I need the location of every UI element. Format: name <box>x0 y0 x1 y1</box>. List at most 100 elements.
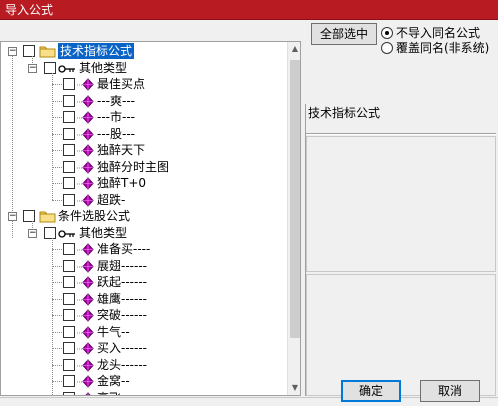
formula-gem-icon <box>77 111 95 124</box>
tree-item-indicator-label: 独醉天下 <box>97 143 146 157</box>
tree-root-technical-expander-icon[interactable]: − <box>8 47 17 56</box>
tree-item-screening[interactable]: 牛气-- <box>1 324 287 340</box>
tree-item-indicator[interactable]: ---爽--- <box>1 93 287 109</box>
tree-item-indicator[interactable]: 最佳买点 <box>1 76 287 92</box>
formula-gem-icon <box>77 144 95 157</box>
tree-group-other-2-expander-icon[interactable]: − <box>28 229 37 238</box>
tree-item-indicator-checkbox[interactable] <box>63 128 75 140</box>
tree-connector-line <box>52 134 62 135</box>
tree-item-screening-checkbox[interactable] <box>63 359 75 371</box>
formula-gem-icon <box>77 95 95 108</box>
tree-group-other-1-checkbox[interactable] <box>44 62 56 74</box>
tree-connector-line <box>52 84 62 85</box>
tree-item-indicator[interactable]: ---市--- <box>1 109 287 125</box>
formula-gem-icon <box>77 309 95 322</box>
tree-root-screening[interactable]: − 条件选股公式 <box>1 208 287 224</box>
tree-root-screening-expander-icon[interactable]: − <box>8 212 17 221</box>
tree-item-indicator-checkbox[interactable] <box>63 161 75 173</box>
tree-connector-line <box>52 183 62 184</box>
tree-connector-line <box>52 101 62 102</box>
tree-item-indicator[interactable]: 独醉T+0 <box>1 175 287 191</box>
tree-item-screening-checkbox[interactable] <box>63 260 75 272</box>
radio-overwrite-same[interactable]: 覆盖同名(非系统) <box>381 41 496 55</box>
tree-item-indicator-checkbox[interactable] <box>63 95 75 107</box>
tree-connector-line <box>52 238 53 395</box>
cancel-button[interactable]: 取消 <box>420 380 480 402</box>
formula-gem-icon <box>77 194 95 207</box>
tree-item-indicator-label: 最佳买点 <box>97 77 146 91</box>
tree-item-screening-label: 牛气-- <box>97 325 130 339</box>
tree-group-other-2-checkbox[interactable] <box>44 227 56 239</box>
tree-root-screening-checkbox[interactable] <box>23 210 35 222</box>
window-title: 导入公式 <box>5 3 54 17</box>
scroll-down-arrow-icon[interactable]: ▼ <box>288 381 300 395</box>
tree-item-screening[interactable]: 雄鹰------ <box>1 291 287 307</box>
key-icon <box>58 228 76 238</box>
folder-icon <box>39 44 57 58</box>
tree-item-indicator[interactable]: 超跌- <box>1 192 287 208</box>
tree-item-screening[interactable]: 龙头------ <box>1 357 287 373</box>
formula-tree[interactable]: − 技术指标公式 − 其他类型 最佳买点 ---爽--- ---市--- ---股--- 独醉天… <box>1 42 287 395</box>
select-all-button[interactable]: 全部选中 <box>311 23 377 45</box>
tree-group-other-1-expander-icon[interactable]: − <box>28 64 37 73</box>
tree-connector-line <box>52 117 62 118</box>
scroll-thumb[interactable] <box>290 60 300 338</box>
radio-overwrite-same-dot[interactable] <box>381 42 393 54</box>
scroll-up-arrow-icon[interactable]: ▲ <box>288 42 300 56</box>
formula-gem-icon <box>77 243 95 256</box>
tree-item-screening-checkbox[interactable] <box>63 392 75 395</box>
formula-gem-icon <box>77 260 95 273</box>
tree-item-screening-checkbox[interactable] <box>63 293 75 305</box>
tree-vertical-scrollbar[interactable]: ▲ ▼ <box>287 42 300 395</box>
tree-item-screening-checkbox[interactable] <box>63 375 75 387</box>
tree-item-screening[interactable]: 准备买---- <box>1 241 287 257</box>
radio-no-import-same[interactable]: 不导入同名公式 <box>381 26 496 40</box>
tree-connector-line <box>52 167 62 168</box>
tree-group-other-2[interactable]: − 其他类型 <box>1 225 287 241</box>
tree-item-indicator-checkbox[interactable] <box>63 78 75 90</box>
tree-item-indicator-checkbox[interactable] <box>63 111 75 123</box>
window-title-bar: 导入公式 <box>0 0 498 20</box>
ok-button[interactable]: 确定 <box>341 380 401 402</box>
tree-item-screening-checkbox[interactable] <box>63 243 75 255</box>
formula-gem-icon <box>77 392 95 395</box>
info-separator <box>306 133 496 135</box>
formula-gem-icon <box>77 342 95 355</box>
tree-item-indicator-checkbox[interactable] <box>63 194 75 206</box>
tree-root-technical[interactable]: − 技术指标公式 <box>1 43 287 59</box>
formula-description-box <box>306 136 496 272</box>
tree-item-indicator[interactable]: 独醉分时主图 <box>1 159 287 175</box>
tree-item-indicator[interactable]: ---股--- <box>1 126 287 142</box>
tree-group-other-2-label: 其他类型 <box>79 226 128 240</box>
tree-item-screening-label: 跃起------ <box>97 275 147 289</box>
tree-item-indicator-checkbox[interactable] <box>63 177 75 189</box>
tree-item-screening[interactable]: 跃起------ <box>1 274 287 290</box>
tree-item-indicator-checkbox[interactable] <box>63 144 75 156</box>
tree-item-screening[interactable]: 展翅------ <box>1 258 287 274</box>
tree-connector-line <box>52 348 62 349</box>
tree-item-screening-label: 展翅------ <box>97 259 147 273</box>
tree-connector-line <box>52 200 62 201</box>
tree-root-technical-checkbox[interactable] <box>23 45 35 57</box>
tree-item-screening[interactable]: 高飞------ <box>1 390 287 395</box>
tree-item-indicator[interactable]: 独醉天下 <box>1 142 287 158</box>
formula-detail-box <box>306 274 496 396</box>
tree-group-other-1-label: 其他类型 <box>79 61 128 75</box>
formula-gem-icon <box>77 78 95 91</box>
formula-info-area: 技术指标公式 <box>305 104 496 396</box>
tree-item-screening[interactable]: 突破------ <box>1 307 287 323</box>
tree-connector-line <box>52 266 62 267</box>
tree-item-indicator-label: ---市--- <box>97 110 135 124</box>
radio-no-import-same-dot[interactable] <box>381 27 393 39</box>
tree-item-screening[interactable]: 金窝-- <box>1 373 287 389</box>
tree-group-other-1[interactable]: − 其他类型 <box>1 60 287 76</box>
tree-item-screening-label: 雄鹰------ <box>97 292 147 306</box>
tree-item-screening-checkbox[interactable] <box>63 326 75 338</box>
radio-overwrite-same-label: 覆盖同名(非系统) <box>396 41 490 55</box>
tree-item-screening-checkbox[interactable] <box>63 276 75 288</box>
tree-item-screening-checkbox[interactable] <box>63 309 75 321</box>
tree-item-screening-checkbox[interactable] <box>63 342 75 354</box>
tree-item-screening[interactable]: 买入------ <box>1 340 287 356</box>
folder-icon <box>39 209 57 223</box>
tree-connector-line <box>52 73 53 200</box>
